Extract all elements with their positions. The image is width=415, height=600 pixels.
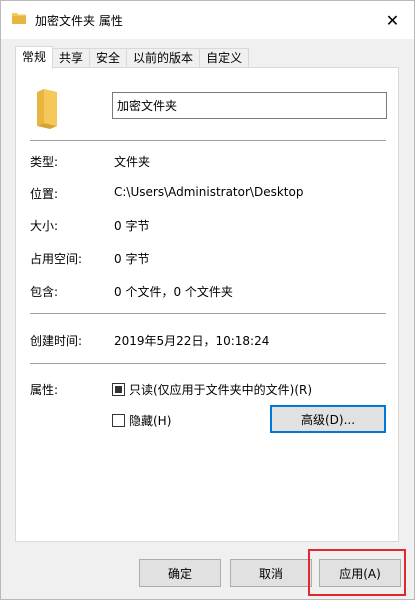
folder-icon (12, 12, 26, 24)
folder-name-input[interactable] (112, 92, 387, 119)
advanced-button[interactable]: 高级(D)... (270, 405, 386, 433)
contains-value: 0 个文件，0 个文件夹 (114, 285, 233, 299)
contains-label: 包含: (30, 285, 59, 299)
separator (30, 313, 386, 314)
size-label: 大小: (30, 219, 59, 233)
size-on-disk-label: 占用空间: (30, 252, 83, 266)
created-value: 2019年5月22日，10:18:24 (114, 334, 270, 348)
hidden-label: 隐藏(H) (129, 414, 172, 428)
tab-customize[interactable]: 自定义 (199, 48, 250, 68)
tab-general[interactable]: 常规 (15, 46, 54, 69)
attributes-label: 属性: (30, 383, 59, 397)
tab-security[interactable]: 安全 (89, 48, 128, 68)
readonly-checkbox-row[interactable]: 只读(仅应用于文件夹中的文件)(R) (112, 381, 312, 398)
location-label: 位置: (30, 187, 59, 201)
ok-button[interactable]: 确定 (139, 559, 221, 587)
hidden-checkbox-row[interactable]: 隐藏(H) (112, 412, 171, 429)
size-on-disk-value: 0 字节 (114, 252, 150, 266)
apply-button[interactable]: 应用(A) (319, 559, 401, 587)
general-panel: 类型: 文件夹 位置: C:\Users\Administrator\Deskt… (15, 67, 399, 542)
type-label: 类型: (30, 155, 59, 169)
size-value: 0 字节 (114, 219, 150, 233)
cancel-button[interactable]: 取消 (230, 559, 312, 587)
close-icon: ✕ (385, 10, 400, 30)
separator (30, 363, 386, 364)
created-label: 创建时间: (30, 334, 83, 348)
readonly-label: 只读(仅应用于文件夹中的文件)(R) (129, 383, 313, 397)
tab-strip: 常规 共享 安全 以前的版本 自定义 (15, 46, 250, 69)
type-value: 文件夹 (114, 155, 151, 169)
readonly-checkbox[interactable] (112, 383, 125, 396)
properties-window: 加密文件夹 属性 ✕ 常规 共享 安全 以前的版本 自定义 类型: 文件夹 位置… (0, 0, 415, 600)
close-button[interactable]: ✕ (371, 1, 414, 39)
title-bar[interactable]: 加密文件夹 属性 ✕ (1, 1, 414, 39)
separator (30, 140, 386, 141)
folder-icon (35, 89, 59, 129)
tab-previous-versions[interactable]: 以前的版本 (126, 48, 201, 68)
window-title: 加密文件夹 属性 (35, 14, 123, 28)
tab-sharing[interactable]: 共享 (52, 48, 91, 68)
hidden-checkbox[interactable] (112, 414, 125, 427)
location-value: C:\Users\Administrator\Desktop (114, 185, 304, 199)
